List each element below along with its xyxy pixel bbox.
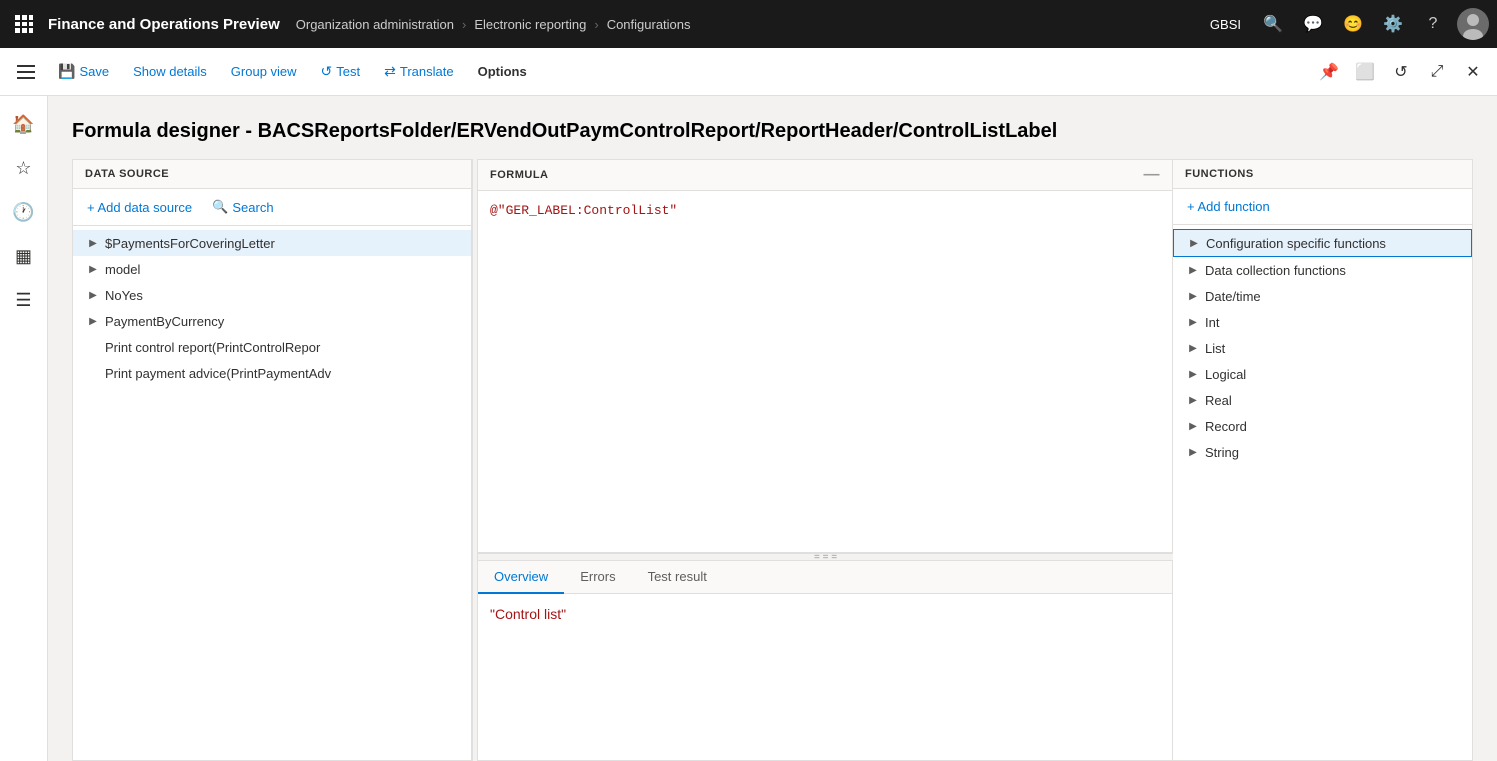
group-view-button[interactable]: Group view — [221, 58, 307, 85]
formula-area: FORMULA — @"GER_LABEL:ControlList" — [478, 159, 1173, 553]
expand-real-icon: ▶ — [1185, 392, 1201, 408]
vertical-resize-handle[interactable]: = = = — [478, 553, 1173, 561]
emoji-icon[interactable]: 😊 — [1337, 8, 1369, 40]
breadcrumb-er[interactable]: Electronic reporting — [474, 17, 586, 32]
ds-item-noyes[interactable]: ▶ NoYes — [73, 282, 471, 308]
sidebar-star-icon[interactable]: ☆ — [4, 148, 44, 188]
save-button[interactable]: 💾 Save — [48, 57, 119, 86]
pin-icon[interactable]: 📌 — [1313, 56, 1345, 88]
breadcrumb-config[interactable]: Configurations — [607, 17, 691, 32]
show-details-button[interactable]: Show details — [123, 58, 217, 85]
ds-item-payment-currency[interactable]: ▶ PaymentByCurrency — [73, 308, 471, 334]
page-title: Formula designer - BACSReportsFolder/ERV… — [72, 120, 1473, 143]
expand-string-icon: ▶ — [1185, 444, 1201, 460]
sidebar-table-icon[interactable]: ▦ — [4, 236, 44, 276]
fn-list[interactable]: ▶ List — [1173, 335, 1472, 361]
ds-item-payments[interactable]: ▶ $PaymentsForCoveringLetter — [73, 230, 471, 256]
formula-header: FORMULA — — [478, 160, 1172, 191]
translate-icon: ⇄ — [384, 63, 396, 80]
datasource-tree: ▶ $PaymentsForCoveringLetter ▶ model ▶ N… — [73, 226, 471, 760]
save-icon: 💾 — [58, 63, 75, 80]
search-icon[interactable]: 🔍 — [1257, 8, 1289, 40]
sidebar-list-icon[interactable]: ☰ — [4, 280, 44, 320]
functions-panel: FUNCTIONS + Add function ▶ Configuration… — [1173, 159, 1473, 761]
avatar[interactable] — [1457, 8, 1489, 40]
formula-right: FORMULA — @"GER_LABEL:ControlList" = = =… — [478, 159, 1173, 761]
functions-tree: ▶ Configuration specific functions ▶ Dat… — [1173, 225, 1472, 760]
app-title: Finance and Operations Preview — [48, 16, 280, 33]
test-button[interactable]: ↺ Test — [311, 57, 371, 86]
refresh-icon[interactable]: ↺ — [1385, 56, 1417, 88]
translate-button[interactable]: ⇄ Translate — [374, 57, 463, 86]
formula-content[interactable]: @"GER_LABEL:ControlList" — [478, 191, 1172, 552]
fn-record[interactable]: ▶ Record — [1173, 413, 1472, 439]
formula-value: @"GER_LABEL:ControlList" — [490, 203, 677, 218]
main-layout: 🏠 ☆ 🕐 ▦ ☰ Formula designer - BACSReports… — [0, 96, 1497, 761]
ds-item-model[interactable]: ▶ model — [73, 256, 471, 282]
fn-config-specific[interactable]: ▶ Configuration specific functions — [1173, 229, 1472, 257]
top-nav: Finance and Operations Preview Organizat… — [0, 0, 1497, 48]
fn-logical[interactable]: ▶ Logical — [1173, 361, 1472, 387]
grid-menu-icon[interactable] — [8, 8, 40, 40]
content-area: Formula designer - BACSReportsFolder/ERV… — [48, 96, 1497, 761]
options-button[interactable]: Options — [468, 58, 537, 85]
nav-toggle-icon[interactable] — [8, 54, 44, 90]
datasource-panel: DATA SOURCE + Add data source 🔍 Search ▶… — [72, 159, 472, 761]
top-nav-right: GBSI 🔍 💬 😊 ⚙️ ? — [1210, 8, 1489, 40]
datasource-toolbar: + Add data source 🔍 Search — [73, 189, 471, 226]
org-label: GBSI — [1210, 17, 1241, 32]
expand-model-icon: ▶ — [85, 261, 101, 277]
breadcrumb-sep-2: › — [594, 17, 598, 32]
ds-item-print-control[interactable]: ▶ Print control report(PrintControlRepor — [73, 334, 471, 360]
functions-header: FUNCTIONS — [1173, 160, 1472, 189]
expand-payments-icon: ▶ — [85, 235, 101, 251]
fn-datetime[interactable]: ▶ Date/time — [1173, 283, 1472, 309]
fn-string[interactable]: ▶ String — [1173, 439, 1472, 465]
bottom-area: Overview Errors Test result "Control lis… — [478, 561, 1173, 761]
fn-real[interactable]: ▶ Real — [1173, 387, 1472, 413]
toolbar-right: 📌 ⬜ ↺ ⤢ ✕ — [1313, 56, 1489, 88]
expand-config-icon: ▶ — [1186, 235, 1202, 251]
control-list-value: "Control list" — [490, 606, 566, 622]
popout-icon[interactable]: ⤢ — [1421, 56, 1453, 88]
ds-item-print-payment[interactable]: ▶ Print payment advice(PrintPaymentAdv — [73, 360, 471, 386]
expand-paymentcurrency-icon: ▶ — [85, 313, 101, 329]
breadcrumb-sep-1: › — [462, 17, 466, 32]
expand-datetime-icon: ▶ — [1185, 288, 1201, 304]
chat-icon[interactable]: 💬 — [1297, 8, 1329, 40]
add-function-button[interactable]: + Add function — [1181, 195, 1276, 218]
toolbar: 💾 Save Show details Group view ↺ Test ⇄ … — [0, 48, 1497, 96]
functions-toolbar: + Add function — [1173, 189, 1472, 225]
sidebar-clock-icon[interactable]: 🕐 — [4, 192, 44, 232]
expand-icon[interactable]: ⬜ — [1349, 56, 1381, 88]
breadcrumb-org[interactable]: Organization administration — [296, 17, 454, 32]
settings-icon[interactable]: ⚙️ — [1377, 8, 1409, 40]
tab-overview[interactable]: Overview — [478, 561, 564, 594]
close-icon[interactable]: ✕ — [1457, 56, 1489, 88]
fn-int[interactable]: ▶ Int — [1173, 309, 1472, 335]
sidebar-home-icon[interactable]: 🏠 — [4, 104, 44, 144]
expand-list-icon: ▶ — [1185, 340, 1201, 356]
tab-overview-content: "Control list" — [478, 594, 1172, 760]
tab-errors[interactable]: Errors — [564, 561, 631, 594]
expand-noyes-icon: ▶ — [85, 287, 101, 303]
tab-bar: Overview Errors Test result — [478, 561, 1172, 594]
expand-record-icon: ▶ — [1185, 418, 1201, 434]
test-icon: ↺ — [321, 63, 333, 80]
expand-int-icon: ▶ — [1185, 314, 1201, 330]
add-datasource-button[interactable]: + Add data source — [81, 196, 198, 219]
formula-collapse-icon[interactable]: — — [1144, 166, 1161, 184]
help-icon[interactable]: ? — [1417, 8, 1449, 40]
datasource-header: DATA SOURCE — [73, 160, 471, 189]
expand-datacollection-icon: ▶ — [1185, 262, 1201, 278]
breadcrumb: Organization administration › Electronic… — [296, 17, 1210, 32]
fn-data-collection[interactable]: ▶ Data collection functions — [1173, 257, 1472, 283]
search-datasource-button[interactable]: 🔍 Search — [206, 195, 279, 219]
designer-layout: DATA SOURCE + Add data source 🔍 Search ▶… — [72, 159, 1473, 761]
left-sidebar: 🏠 ☆ 🕐 ▦ ☰ — [0, 96, 48, 761]
expand-logical-icon: ▶ — [1185, 366, 1201, 382]
search-ds-icon: 🔍 — [212, 199, 228, 215]
tab-testresult[interactable]: Test result — [632, 561, 723, 594]
